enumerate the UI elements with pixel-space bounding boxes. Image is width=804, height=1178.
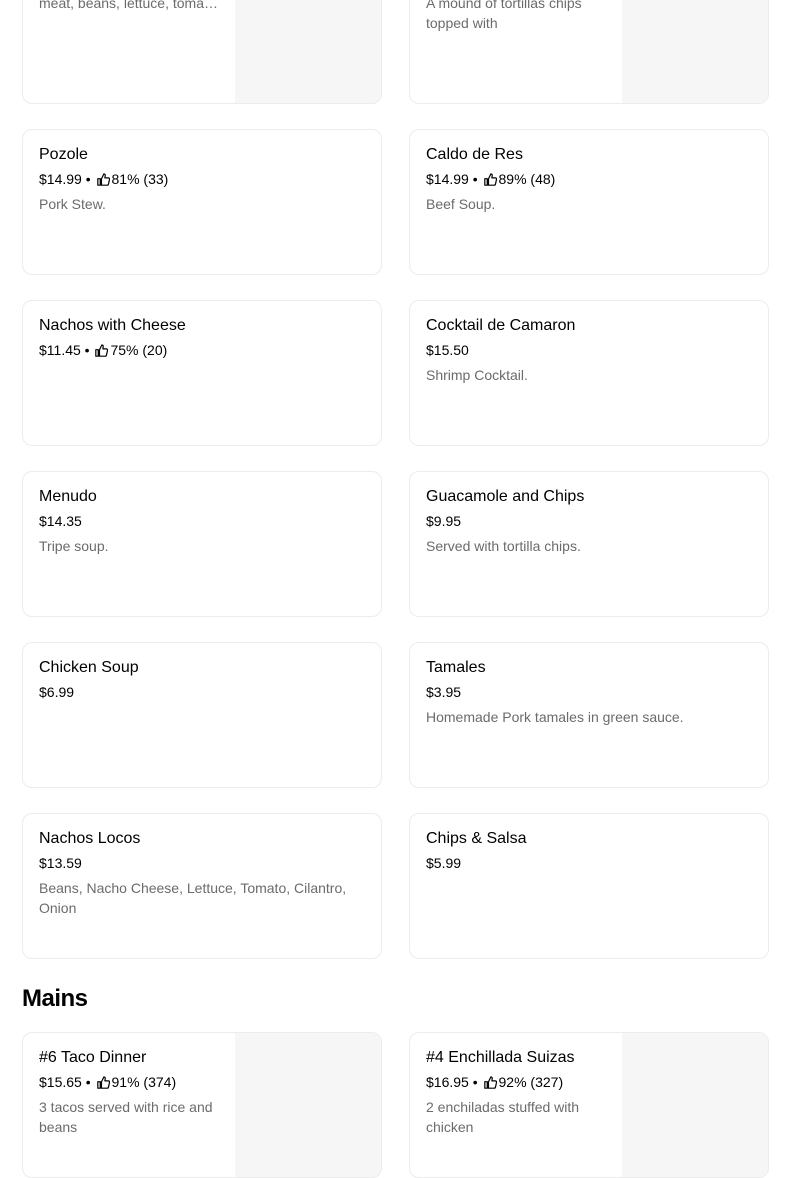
menu-item-price: $5.99 <box>426 855 462 871</box>
menu-item-image <box>235 0 381 103</box>
menu-item-price: $14.35 <box>39 513 82 529</box>
menu-item-price: $9.95 <box>426 513 462 529</box>
menu-item-meta: $16.95 • 92% (327) <box>426 1073 608 1091</box>
menu-item-meta: $14.99 • 81% (33) <box>39 170 365 188</box>
menu-item-body: Cocktail de Camaron $15.50 Shrimp Cocktail… <box>426 315 752 385</box>
menu-item-description: Tripe soup. <box>39 538 109 554</box>
menu-item-description: 2 enchiladas stuffed with chicken <box>426 1099 580 1135</box>
menu-item-image <box>622 0 768 103</box>
menu-item-price: $15.50 <box>426 342 469 358</box>
menu-item-rating: 75% (20) <box>110 342 168 358</box>
menu-item-description: Homemade Pork tamales in green sauce. <box>426 709 684 725</box>
menu-item-price: $15.65 <box>39 1074 82 1090</box>
menu-item-name: Chicken Soup <box>39 659 139 676</box>
menu-item-rating: 92% (327) <box>498 1074 564 1090</box>
menu-item-description: 3 tacos served with rice and beans <box>39 1099 213 1135</box>
menu-item-price: $13.59 <box>39 855 82 871</box>
menu-item-name: Cocktail de Camaron <box>426 317 576 334</box>
menu-item-description: Beef Soup. <box>426 196 496 212</box>
menu-item-body: Nachos with Cheese $11.45 • 75% (20) <box>39 315 365 359</box>
menu-item-card[interactable]: Tamales $3.95 Homemade Pork tamales in gre… <box>409 642 769 788</box>
menu-item-card[interactable]: Guacamole and Chips $9.95 Served with tort… <box>409 471 769 617</box>
menu-item-name: #6 Taco Dinner <box>39 1049 147 1066</box>
menu-item-card[interactable]: Chips & Salsa $5.99 <box>409 813 769 959</box>
section-title-mains: Mains <box>22 985 88 1012</box>
menu-item-price: $3.95 <box>426 684 462 700</box>
meta-separator: • <box>81 171 95 187</box>
menu-item-body: Caldo de Res $14.99 • 89% (48) Beef Soup. <box>426 144 752 214</box>
menu-item-description: Shrimp Cocktail. <box>426 367 528 383</box>
menu-item-body: Pozole $14.99 • 81% (33) Pork Stew. <box>39 144 365 214</box>
meta-separator: • <box>80 342 94 358</box>
menu-item-meta: $5.99 <box>426 854 752 872</box>
menu-item-card[interactable]: #6 Taco Dinner $15.65 • 91% (374) 3 tacos … <box>22 1032 382 1178</box>
menu-item-name: Nachos with Cheese <box>39 317 186 334</box>
menu-item-body: Nachos Locos $13.59 Beans, Nacho Cheese, L… <box>39 828 365 918</box>
menu-item-body: Menudo $14.35 Tripe soup. <box>39 486 365 556</box>
menu-item-price: $6.99 <box>39 684 75 700</box>
menu-item-name: Pozole <box>39 146 88 163</box>
menu-item-card[interactable]: Pozole $14.99 • 81% (33) Pork Stew. <box>22 129 382 275</box>
menu-item-body: $13.59Made with your choice of meat, bea… <box>39 0 221 13</box>
menu-item-name: Tamales <box>426 659 486 676</box>
menu-item-meta: $11.45 • 75% (20) <box>39 341 365 359</box>
menu-item-rating: 89% (48) <box>498 171 556 187</box>
menu-item-description: A mound of tortillas chips topped with <box>426 0 582 31</box>
menu-item-price: $14.99 <box>39 171 82 187</box>
menu-item-card[interactable]: #4 Enchillada Suizas $16.95 • 92% (327) 2 … <box>409 1032 769 1178</box>
menu-item-meta: $15.65 • 91% (374) <box>39 1073 221 1091</box>
menu-item-meta: $3.95 <box>426 683 752 701</box>
menu-item-description: Pork Stew. <box>39 196 106 212</box>
thumbs-up-icon <box>96 173 110 186</box>
menu-item-name: Nachos Locos <box>39 830 141 847</box>
menu-item-meta: $9.95 <box>426 512 752 530</box>
menu-item-name: Caldo de Res <box>426 146 523 163</box>
menu-item-name: Guacamole and Chips <box>426 488 585 505</box>
menu-item-body: #4 Enchillada Suizas $16.95 • 92% (327) 2 … <box>426 1047 608 1137</box>
menu-item-rating: 91% (374) <box>111 1074 177 1090</box>
menu-item-body: Guacamole and Chips $9.95 Served with tort… <box>426 486 752 556</box>
menu-item-body: Chicken Soup $6.99 <box>39 657 365 701</box>
menu-item-body: #6 Taco Dinner $15.65 • 91% (374) 3 tacos … <box>39 1047 221 1137</box>
menu-item-card[interactable]: Menudo $14.35 Tripe soup. <box>22 471 382 617</box>
thumbs-up-icon <box>96 1076 110 1089</box>
menu-item-card[interactable]: Caldo de Res $14.99 • 89% (48) Beef Soup. <box>409 129 769 275</box>
meta-separator: • <box>468 1074 482 1090</box>
menu-item-meta: $14.35 <box>39 512 365 530</box>
menu-item-meta: $13.59 <box>39 854 365 872</box>
thumbs-up-icon <box>95 344 109 357</box>
menu-item-name: Chips & Salsa <box>426 830 527 847</box>
meta-separator: • <box>468 171 482 187</box>
menu-item-card[interactable]: Nachos Locos $13.59 Beans, Nacho Cheese, L… <box>22 813 382 959</box>
menu-item-card[interactable]: Nachos with Cheese $11.45 • 75% (20) <box>22 300 382 446</box>
menu-item-card[interactable]: $13.59A mound of tortillas chips topped … <box>409 0 769 104</box>
menu-item-image <box>235 1033 381 1177</box>
menu-item-price: $16.95 <box>426 1074 469 1090</box>
menu-item-meta: $6.99 <box>39 683 365 701</box>
menu-item-card[interactable]: Cocktail de Camaron $15.50 Shrimp Cocktail… <box>409 300 769 446</box>
menu-item-meta: $15.50 <box>426 341 752 359</box>
menu-item-name: Menudo <box>39 488 97 505</box>
menu-item-description: Beans, Nacho Cheese, Lettuce, Tomato, Ci… <box>39 880 347 916</box>
meta-separator: • <box>81 1074 95 1090</box>
menu-item-description: Served with tortilla chips. <box>426 538 581 554</box>
menu-item-card[interactable]: $13.59Made with your choice of meat, bea… <box>22 0 382 104</box>
menu-item-body: Chips & Salsa $5.99 <box>426 828 752 872</box>
menu-item-price: $11.45 <box>39 342 81 358</box>
menu-item-image <box>622 1033 768 1177</box>
thumbs-up-icon <box>483 1076 497 1089</box>
menu-item-rating: 81% (33) <box>111 171 169 187</box>
menu-item-price: $14.99 <box>426 171 469 187</box>
menu-item-name: #4 Enchillada Suizas <box>426 1049 575 1066</box>
menu-item-meta: $14.99 • 89% (48) <box>426 170 752 188</box>
menu-item-body: $13.59A mound of tortillas chips topped … <box>426 0 608 33</box>
menu-item-description: Made with your choice of meat, beans, le… <box>39 0 220 11</box>
thumbs-up-icon <box>483 173 497 186</box>
menu-item-body: Tamales $3.95 Homemade Pork tamales in gre… <box>426 657 752 727</box>
menu-item-card[interactable]: Chicken Soup $6.99 <box>22 642 382 788</box>
